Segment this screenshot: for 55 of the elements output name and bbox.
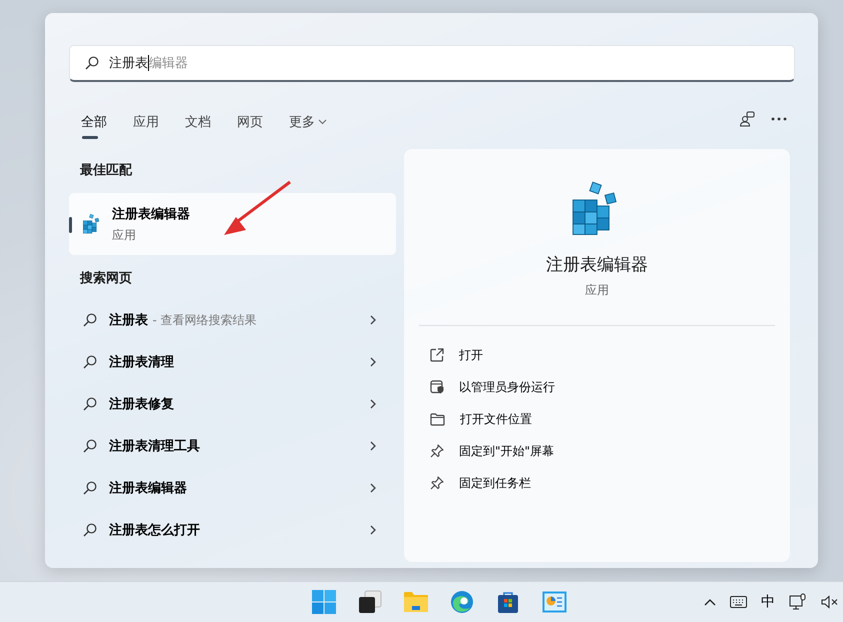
edge-browser-icon[interactable]: [450, 590, 474, 614]
chevron-right-icon: [370, 357, 376, 367]
filter-tab[interactable]: 网页: [231, 104, 269, 140]
search-icon: [83, 523, 97, 537]
chevron-right-icon: [370, 483, 376, 493]
filter-tab[interactable]: 应用: [127, 104, 165, 140]
search-value: 注册表编辑器: [109, 54, 188, 72]
app-type: 应用: [585, 282, 609, 299]
filter-tab[interactable]: 文档: [179, 104, 217, 140]
control-panel-icon[interactable]: [542, 591, 566, 613]
action-item[interactable]: 固定到"开始"屏幕: [430, 435, 790, 467]
web-search-item[interactable]: 注册表怎么打开: [69, 509, 396, 551]
open-external-icon: [430, 348, 444, 362]
chevron-right-icon: [370, 525, 376, 535]
search-field[interactable]: 注册表编辑器: [69, 45, 795, 82]
web-search-item[interactable]: 注册表清理: [69, 341, 396, 383]
store-bag-icon[interactable]: [496, 590, 520, 614]
search-icon: [83, 439, 97, 453]
section-heading: 最佳匹配: [79, 162, 134, 180]
chevron-down-icon: [318, 119, 327, 125]
pin-icon: [430, 476, 444, 490]
action-item[interactable]: 打开: [430, 339, 790, 371]
search-icon: [83, 313, 97, 327]
web-search-item[interactable]: 注册表修复: [69, 383, 396, 425]
person-switch-icon: [739, 111, 755, 127]
web-search-item[interactable]: 注册表清理工具: [69, 425, 396, 467]
more-dropdown[interactable]: 更多: [283, 104, 333, 140]
chevron-up-icon[interactable]: [704, 598, 716, 606]
pin-icon: [430, 444, 444, 458]
action-item[interactable]: 以管理员身份运行: [430, 371, 790, 403]
web-search-item[interactable]: 注册表编辑器: [69, 467, 396, 509]
keyboard-icon[interactable]: [730, 596, 747, 608]
search-icon: [85, 56, 99, 70]
task-view-icon[interactable]: [358, 590, 382, 614]
app-title: 注册表编辑器: [546, 254, 648, 276]
windows-logo-icon[interactable]: [312, 590, 336, 614]
web-search-item[interactable]: 注册表 - 查看网络搜索结果: [69, 299, 396, 341]
input-method-indicator[interactable]: 中: [761, 593, 775, 611]
action-item[interactable]: 打开文件位置: [430, 403, 790, 435]
folder-icon: [430, 412, 445, 426]
ellipsis-icon: [771, 117, 787, 121]
search-icon: [83, 481, 97, 495]
search-icon: [83, 397, 97, 411]
chevron-right-icon: [370, 441, 376, 451]
filter-tab[interactable]: 全部: [75, 104, 113, 140]
chevron-right-icon: [370, 399, 376, 409]
search-icon: [83, 355, 97, 369]
shield-window-icon: [430, 380, 444, 394]
speaker-muted-icon[interactable]: [821, 595, 839, 609]
folder-icon[interactable]: [403, 591, 429, 613]
chevron-right-icon: [370, 315, 376, 325]
network-monitor-icon[interactable]: [789, 593, 807, 611]
action-item[interactable]: 固定到任务栏: [430, 467, 790, 499]
section-heading: 搜索网页: [78, 270, 133, 288]
best-match-item[interactable]: 注册表编辑器 应用: [69, 193, 396, 255]
